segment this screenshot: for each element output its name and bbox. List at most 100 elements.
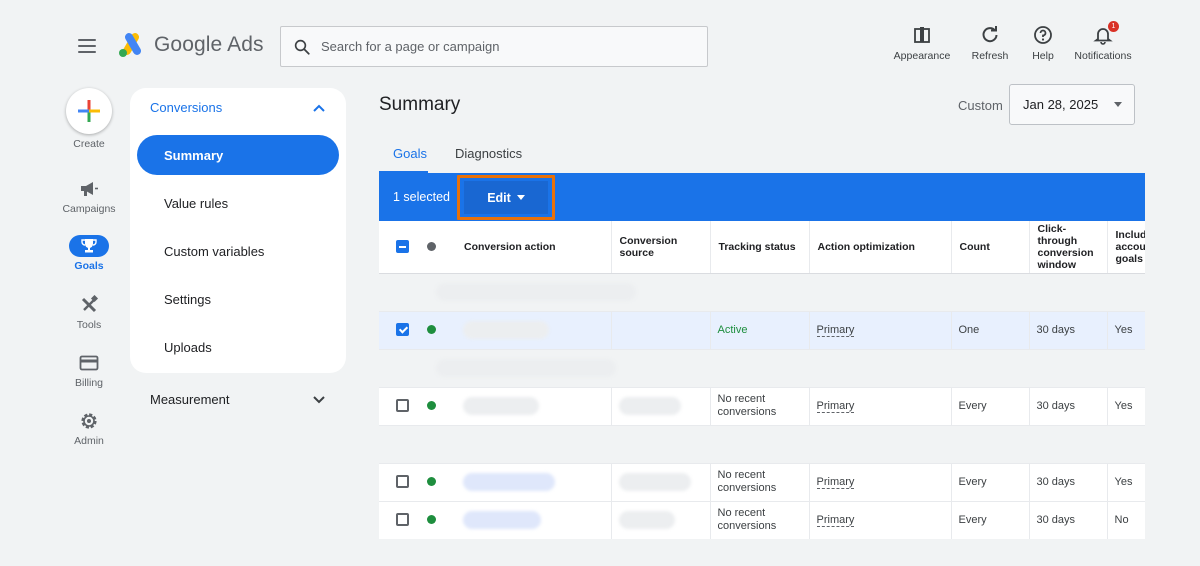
redacted-text	[618, 511, 675, 529]
goals-table-container: 1 selected Edit Conversion action Conver…	[379, 173, 1145, 539]
subnav-label-value-rules: Value rules	[164, 195, 229, 211]
table-group-row	[379, 425, 1145, 464]
table-row[interactable]: Active Primary One 30 days Yes	[379, 311, 1145, 350]
include-cell: No	[1107, 501, 1145, 539]
notifications-button[interactable]: 1 Notifications	[1066, 21, 1140, 62]
conversion-action-cell[interactable]	[456, 501, 612, 539]
subnav-item-value-rules[interactable]: Value rules	[137, 183, 339, 223]
trophy-icon	[81, 239, 97, 253]
conversions-subnav: Conversions Summary Value rules Custom v…	[130, 88, 346, 373]
subnav-label-custom-variables: Custom variables	[164, 243, 265, 259]
optimization-value[interactable]: Primary	[816, 513, 855, 527]
count-cell: Every	[951, 387, 1030, 426]
goals-table: Conversion action Conversion source Trac…	[379, 221, 1145, 539]
conversion-action-cell[interactable]	[456, 387, 612, 426]
tracking-status-cell: Active	[710, 311, 810, 350]
main-menu-button[interactable]	[78, 35, 100, 57]
rail-item-billing[interactable]: Billing	[55, 352, 123, 389]
conversion-action-cell[interactable]	[456, 311, 612, 350]
conversions-section-toggle[interactable]: Conversions	[150, 100, 326, 115]
create-label-item: Create	[55, 138, 123, 150]
table-row[interactable]: No recent conversions Primary Every 30 d…	[379, 501, 1145, 539]
row-checkbox[interactable]	[396, 475, 409, 489]
create-label: Create	[73, 138, 105, 150]
help-button[interactable]: Help	[1020, 24, 1066, 62]
tab-goals[interactable]: Goals	[379, 142, 428, 174]
action-optimization-cell: Primary	[809, 387, 952, 426]
row-status-cell	[423, 463, 456, 502]
subnav-label-uploads: Uploads	[164, 339, 212, 355]
subnav-item-settings[interactable]: Settings	[137, 279, 339, 319]
top-actions: Appearance Refresh Help 1 Notifications	[884, 21, 1140, 62]
subnav-item-custom-variables[interactable]: Custom variables	[137, 231, 339, 271]
row-checkbox[interactable]	[396, 399, 409, 413]
notifications-label: Notifications	[1074, 50, 1132, 62]
status-dot	[427, 515, 436, 525]
subnav-label-settings: Settings	[164, 291, 211, 307]
column-header-click-through-window[interactable]: Click-through conversion window	[1029, 221, 1108, 274]
status-dot	[427, 477, 436, 487]
redacted-text	[618, 397, 681, 415]
optimization-value[interactable]: Primary	[816, 323, 855, 337]
column-header-action-optimization[interactable]: Action optimization	[809, 221, 952, 274]
appearance-button[interactable]: Appearance	[884, 24, 960, 62]
edit-button[interactable]: Edit	[464, 181, 548, 214]
google-ads-logo[interactable]: Google Ads	[118, 32, 264, 58]
redacted-text	[463, 397, 539, 415]
group-row-cell	[379, 425, 1145, 464]
subnav-item-uploads[interactable]: Uploads	[137, 327, 339, 367]
edit-label: Edit	[487, 190, 511, 205]
tab-bar: Goals Diagnostics	[379, 142, 522, 174]
search-box[interactable]	[280, 26, 708, 67]
tools-icon	[81, 295, 99, 313]
rail-item-admin[interactable]: Admin	[55, 410, 123, 447]
create-button[interactable]	[66, 88, 112, 134]
conversion-source-cell	[611, 311, 711, 350]
tab-diagnostics[interactable]: Diagnostics	[455, 142, 522, 174]
table-group-row	[379, 273, 1145, 312]
measurement-section-toggle[interactable]: Measurement	[150, 392, 326, 407]
help-icon	[1034, 26, 1052, 44]
optimization-value[interactable]: Primary	[816, 475, 855, 489]
window-cell: 30 days	[1029, 501, 1108, 539]
help-label: Help	[1032, 50, 1054, 62]
optimization-value[interactable]: Primary	[816, 399, 855, 413]
date-range-select[interactable]: Jan 28, 2025	[1009, 84, 1135, 125]
count-cell: Every	[951, 501, 1030, 539]
group-row-cell	[379, 273, 1145, 312]
table-row[interactable]: No recent conversions Primary Every 30 d…	[379, 387, 1145, 426]
select-all-checkbox[interactable]	[396, 240, 409, 254]
conversion-source-cell	[611, 501, 711, 539]
selection-count: 1 selected	[393, 190, 450, 204]
table-group-row	[379, 349, 1145, 388]
row-checkbox-cell	[379, 501, 423, 539]
count-cell: Every	[951, 463, 1030, 502]
menu-icon-line	[78, 51, 96, 53]
subnav-item-summary[interactable]: Summary	[137, 135, 339, 175]
column-header-count[interactable]: Count	[951, 221, 1030, 274]
column-header-conversion-source[interactable]: Conversion source	[611, 221, 711, 274]
redacted-text	[463, 473, 555, 491]
rail-item-tools[interactable]: Tools	[55, 294, 123, 331]
column-header-tracking-status[interactable]: Tracking status	[710, 221, 810, 274]
rail-item-campaigns[interactable]: Campaigns	[55, 178, 123, 215]
edit-button-highlight: Edit	[457, 175, 555, 220]
rail-item-goals[interactable]: Goals	[55, 235, 123, 272]
refresh-button[interactable]: Refresh	[960, 24, 1020, 62]
action-optimization-cell: Primary	[809, 463, 952, 502]
action-optimization-cell: Primary	[809, 501, 952, 539]
row-checkbox[interactable]	[396, 513, 409, 527]
gear-icon	[81, 413, 97, 429]
row-checkbox[interactable]	[396, 323, 409, 337]
tracking-status-cell: No recent conversions	[710, 387, 810, 426]
row-checkbox-cell	[379, 311, 423, 350]
conversion-action-cell[interactable]	[456, 463, 612, 502]
plus-icon	[78, 100, 100, 122]
search-input[interactable]	[321, 39, 681, 54]
table-row[interactable]: No recent conversions Primary Every 30 d…	[379, 463, 1145, 502]
column-header-include-in-goals[interactable]: Include accoun goals	[1107, 221, 1145, 274]
selection-bar: 1 selected Edit	[379, 173, 1145, 221]
refresh-label: Refresh	[971, 50, 1009, 62]
column-header-conversion-action[interactable]: Conversion action	[456, 221, 612, 274]
google-ads-logo-icon	[119, 33, 141, 57]
